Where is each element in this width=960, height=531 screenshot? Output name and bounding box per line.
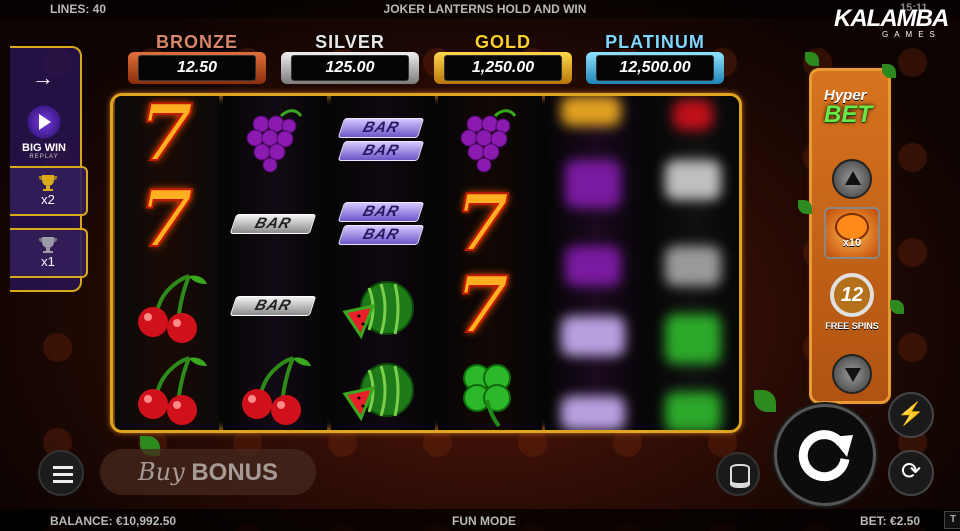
grape-symbol [460, 109, 517, 173]
jackpot-bronze: BRONZE 12.50 [124, 32, 270, 86]
bet-down-button[interactable] [832, 354, 872, 394]
jackpot-value: 12.50 [138, 55, 256, 81]
mode-display: FUN MODE [452, 514, 516, 528]
free-spins-button[interactable]: 12 FREE SPINS [822, 273, 882, 345]
seven-symbol: 7 [138, 93, 194, 179]
multiplier-x1-button[interactable]: x1 [10, 228, 88, 278]
vine-leaf-icon [882, 64, 896, 78]
game-stage: LINES: 40 JOKER LANTERNS HOLD AND WIN 15… [0, 0, 960, 531]
turbo-button[interactable]: ⚡ [888, 392, 934, 438]
bar-text: BAR [229, 214, 317, 234]
trophy-icon [39, 237, 57, 253]
buy-bonus-label-b: BONUS [191, 459, 278, 486]
double-bar-symbol: BAR BAR [333, 198, 425, 274]
jackpot-label: BRONZE [156, 32, 238, 52]
top-info-bar: LINES: 40 JOKER LANTERNS HOLD AND WIN 15… [0, 0, 960, 18]
play-icon [24, 104, 64, 140]
cherry-symbol [138, 356, 207, 425]
bar-text: BAR [337, 225, 425, 245]
autoplay-button[interactable]: ⟳ [888, 450, 934, 496]
jackpot-label: SILVER [315, 32, 385, 52]
hyper-bet-panel: Hyper BET x10 12 FREE SPINS [809, 68, 891, 404]
bar-symbol: BAR [225, 186, 317, 262]
watermelon-symbol [342, 281, 414, 340]
jackpot-value: 1,250.00 [444, 55, 562, 81]
jackpot-label: GOLD [475, 32, 531, 52]
balance-display: BALANCE: €10,992.50 [50, 514, 177, 528]
bar-symbol: BAR [225, 268, 317, 344]
kalamba-logo: KALAMBA GAMES [834, 5, 949, 40]
bottom-info-bar: BALANCE: €10,992.50 FUN MODE BET: €2.50 … [0, 509, 960, 531]
vine-leaf-icon [754, 390, 776, 412]
vine-leaf-icon [890, 300, 904, 314]
bar-text: BAR [229, 296, 317, 316]
buy-bonus-label-a: Buy [138, 458, 185, 486]
vine-leaf-icon [805, 52, 819, 66]
spinning-reel-5 [545, 96, 649, 430]
brand-name: KALAMBA [834, 5, 949, 32]
multiplier-label: x2 [41, 192, 55, 207]
x10-label: x10 [842, 237, 862, 249]
jackpot-label: PLATINUM [605, 32, 705, 52]
double-bar-symbol: BAR BAR [333, 114, 425, 190]
x10-bonus-button[interactable]: x10 [824, 207, 880, 259]
buy-bonus-button[interactable]: Buy BONUS [100, 449, 316, 495]
hyper-bet-title-bet: BET [824, 101, 872, 128]
big-win-title: BIG WIN [22, 142, 66, 154]
clover-symbol [463, 364, 511, 428]
arrow-right-icon[interactable]: → [10, 54, 76, 102]
bar-text: BAR [337, 202, 425, 222]
watermelon-symbol [342, 363, 414, 422]
free-spins-label: FREE SPINS [825, 321, 879, 331]
big-win-sub: REPLAY [29, 154, 59, 160]
spin-arrow-icon [798, 430, 853, 482]
trophy-icon [39, 175, 57, 191]
jackpot-value: 125.00 [291, 55, 409, 81]
jackpot-gold: GOLD 1,250.00 [430, 32, 576, 86]
t-button[interactable]: T [944, 511, 960, 529]
game-title: JOKER LANTERNS HOLD AND WIN [383, 2, 587, 16]
free-spins-count: 12 [830, 273, 874, 317]
seven-symbol: 7 [138, 174, 194, 265]
seven-symbol: 7 [454, 178, 510, 269]
bet-up-button[interactable] [832, 159, 872, 199]
bet-coins-button[interactable] [716, 452, 760, 496]
bar-text: BAR [337, 118, 425, 138]
multiplier-x2-button[interactable]: x2 [10, 166, 88, 216]
spin-button[interactable] [774, 404, 876, 506]
seven-symbol: 7 [454, 260, 510, 351]
jackpot-value: 12,500.00 [596, 55, 714, 81]
multiplier-label: x1 [41, 254, 55, 269]
vine-leaf-icon [798, 200, 812, 214]
grape-symbol [246, 109, 303, 173]
jackpot-platinum: PLATINUM 12,500.00 [582, 32, 728, 86]
cherry-symbol [242, 356, 311, 425]
bet-display: BET: €2.50 [860, 514, 921, 528]
cherry-symbol [138, 274, 207, 343]
spinning-reel-6 [643, 96, 739, 430]
jackpot-silver: SILVER 125.00 [277, 32, 423, 86]
bar-text: BAR [337, 141, 425, 161]
reel-grid: 7 7 BAR BAR BAR BAR BAR BAR 7 7 [110, 93, 742, 433]
brand-sub: GAMES [882, 30, 941, 39]
menu-button[interactable] [38, 450, 84, 496]
